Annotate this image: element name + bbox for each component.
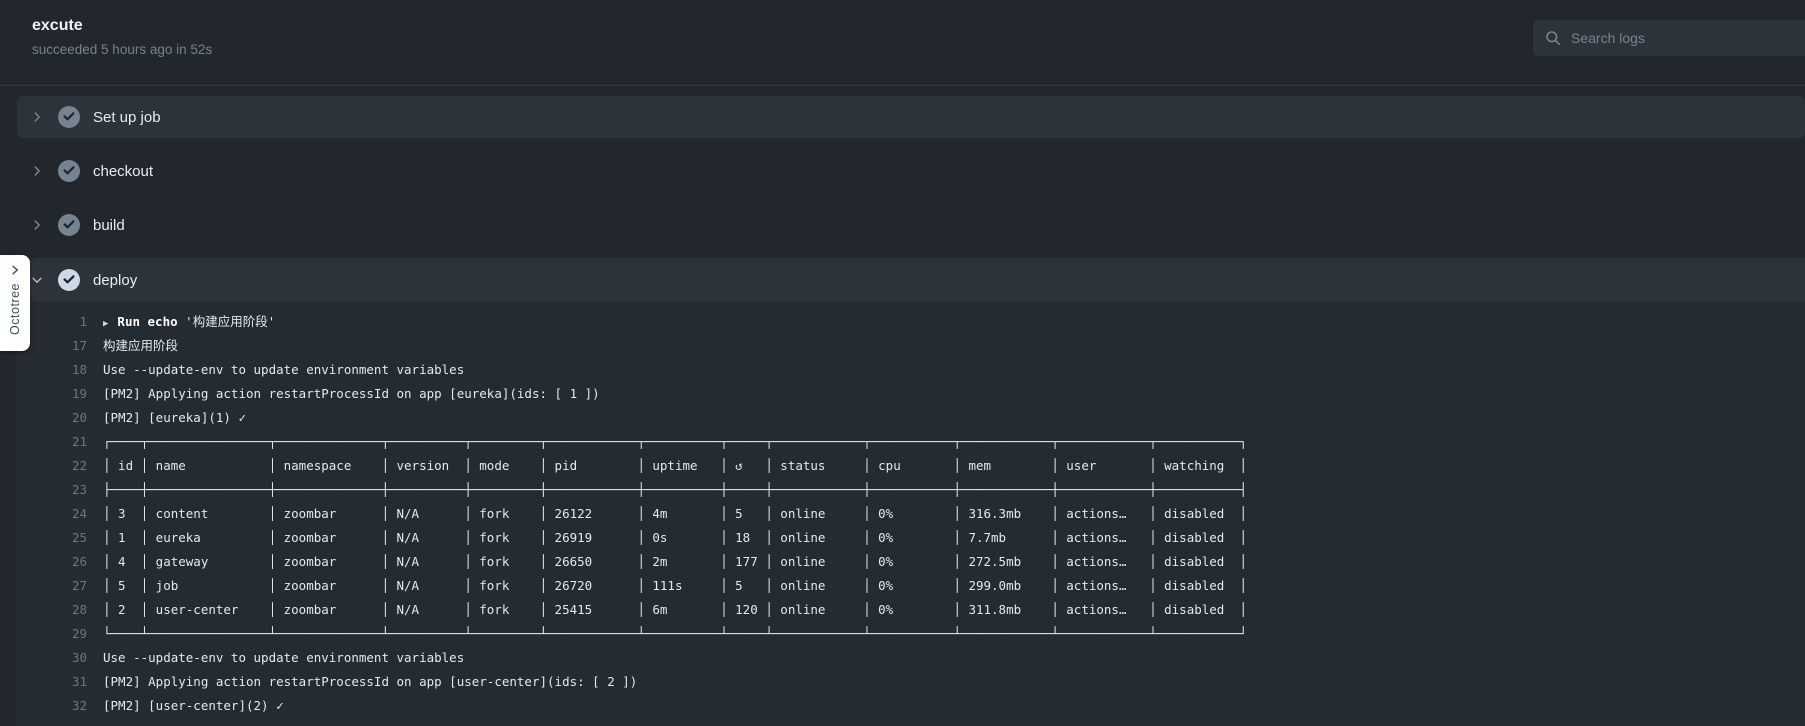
- check-circle-icon: [58, 269, 80, 291]
- log-line: 18 Use --update-env to update environment…: [17, 358, 1805, 382]
- search-icon: [1545, 30, 1561, 46]
- log-line-number[interactable]: 31: [17, 670, 87, 694]
- log-line-number[interactable]: 22: [17, 454, 87, 478]
- log-line: 31 [PM2] Applying action restartProcessId…: [17, 670, 1805, 694]
- step-checkout[interactable]: checkout: [17, 150, 1805, 192]
- run-header: excute succeeded 5 hours ago in 52s: [0, 0, 1805, 86]
- check-circle-icon: [58, 106, 80, 128]
- log-line: 30 Use --update-env to update environment…: [17, 646, 1805, 670]
- log-line: 21 ┌────┬────────────────┬──────────────┬…: [17, 430, 1805, 454]
- log-line: 1 ▶ Run echo '构建应用阶段': [17, 310, 1805, 334]
- log-line: 28 │ 2 │ user-center │ zoombar │ N/A │ fo…: [17, 598, 1805, 622]
- search-logs-input[interactable]: [1571, 30, 1805, 46]
- log-line-text: ▶ Run echo '构建应用阶段': [103, 314, 276, 329]
- log-line-text: │ 4 │ gateway │ zoombar │ N/A │ fork │ 2…: [103, 554, 1247, 569]
- log-viewer: 1 ▶ Run echo '构建应用阶段' 17 构建应用阶段 18 Use --updat…: [17, 302, 1805, 726]
- log-line-text: [PM2] [user-center](2) ✓: [103, 698, 284, 713]
- log-line: 24 │ 3 │ content │ zoombar │ N/A │ fork │…: [17, 502, 1805, 526]
- log-line-number[interactable]: 23: [17, 478, 87, 502]
- chevron-right-icon[interactable]: [29, 163, 45, 179]
- log-line: 22 │ id │ name │ namespace │ version │ mo…: [17, 454, 1805, 478]
- log-line-number[interactable]: 19: [17, 382, 87, 406]
- step-label: checkout: [93, 162, 154, 180]
- log-line: 23 ├────┼────────────────┼──────────────┼…: [17, 478, 1805, 502]
- log-line-number[interactable]: 27: [17, 574, 87, 598]
- log-line-text: └────┴────────────────┴──────────────┴──…: [103, 626, 1247, 641]
- chevron-down-icon[interactable]: [29, 272, 45, 288]
- steps-list: Set up job checkout build deploy 1 ▶ Run…: [0, 86, 1805, 726]
- check-circle-icon: [58, 214, 80, 236]
- log-line-text: ├────┼────────────────┼──────────────┼──…: [103, 482, 1247, 497]
- log-line-text: 构建应用阶段: [103, 338, 179, 353]
- log-line-text: │ 3 │ content │ zoombar │ N/A │ fork │ 2…: [103, 506, 1247, 521]
- log-line-text: Use --update-env to update environment v…: [103, 650, 465, 665]
- log-line-number[interactable]: 25: [17, 526, 87, 550]
- log-line-text: │ 5 │ job │ zoombar │ N/A │ fork │ 26720…: [103, 578, 1247, 593]
- log-line: 25 │ 1 │ eureka │ zoombar │ N/A │ fork │ …: [17, 526, 1805, 550]
- run-status-text: succeeded 5 hours ago in 52s: [32, 42, 213, 57]
- chevron-right-icon[interactable]: [29, 109, 45, 125]
- log-line: 32 [PM2] [user-center](2) ✓: [17, 694, 1805, 718]
- log-line-number[interactable]: 32: [17, 694, 87, 718]
- octotree-tab[interactable]: Octotree: [0, 255, 30, 351]
- log-line: 29 └────┴────────────────┴──────────────┴…: [17, 622, 1805, 646]
- step-build[interactable]: build: [17, 204, 1805, 246]
- log-line-number[interactable]: 24: [17, 502, 87, 526]
- log-line-text: [PM2] Applying action restartProcessId o…: [103, 674, 638, 689]
- log-line: 17 构建应用阶段: [17, 334, 1805, 358]
- log-line-text: [PM2] [eureka](1) ✓: [103, 410, 246, 425]
- run-title: excute: [32, 17, 83, 34]
- expand-group-icon[interactable]: ▶: [103, 319, 108, 329]
- log-line-text: ┌────┬────────────────┬──────────────┬──…: [103, 434, 1247, 449]
- log-line-number[interactable]: 18: [17, 358, 87, 382]
- log-line: 26 │ 4 │ gateway │ zoombar │ N/A │ fork │…: [17, 550, 1805, 574]
- step-label: deploy: [93, 271, 138, 289]
- step-label: Set up job: [93, 108, 161, 126]
- log-line-number[interactable]: 28: [17, 598, 87, 622]
- log-line-text: │ id │ name │ namespace │ version │ mode…: [103, 458, 1247, 473]
- check-circle-icon: [58, 160, 80, 182]
- log-line-number[interactable]: 21: [17, 430, 87, 454]
- log-line: 27 │ 5 │ job │ zoombar │ N/A │ fork │ 267…: [17, 574, 1805, 598]
- log-line-text: │ 2 │ user-center │ zoombar │ N/A │ fork…: [103, 602, 1247, 617]
- search-logs-box[interactable]: [1533, 20, 1805, 56]
- log-line-number[interactable]: 20: [17, 406, 87, 430]
- chevron-right-icon[interactable]: [9, 264, 21, 276]
- log-lines: 1 ▶ Run echo '构建应用阶段' 17 构建应用阶段 18 Use --updat…: [17, 310, 1805, 718]
- log-line-text: [PM2] Applying action restartProcessId o…: [103, 386, 600, 401]
- log-line: 20 [PM2] [eureka](1) ✓: [17, 406, 1805, 430]
- step-deploy[interactable]: deploy: [17, 258, 1805, 302]
- log-line-text: Use --update-env to update environment v…: [103, 362, 465, 377]
- log-line-number[interactable]: 29: [17, 622, 87, 646]
- log-line-number[interactable]: 26: [17, 550, 87, 574]
- log-line-text: │ 1 │ eureka │ zoombar │ N/A │ fork │ 26…: [103, 530, 1247, 545]
- step-set-up-job[interactable]: Set up job: [17, 96, 1805, 138]
- octotree-label: Octotree: [8, 283, 22, 335]
- log-line: 19 [PM2] Applying action restartProcessId…: [17, 382, 1805, 406]
- log-line-number[interactable]: 30: [17, 646, 87, 670]
- chevron-right-icon[interactable]: [29, 217, 45, 233]
- step-label: build: [93, 216, 125, 234]
